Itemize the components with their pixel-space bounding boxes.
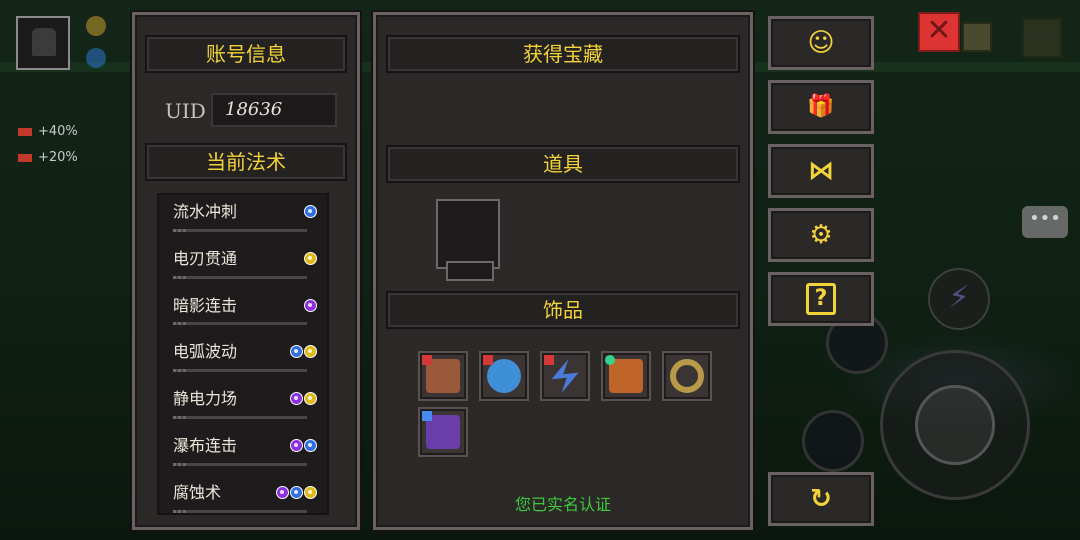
blue-gem-icon	[86, 48, 106, 68]
bull-head-icon	[609, 359, 643, 393]
items-title: 道具	[386, 145, 740, 183]
support-button[interactable]: ☺	[768, 16, 874, 70]
settings-icon: ⚙	[809, 220, 833, 250]
accessory-tag-icon	[483, 355, 493, 365]
spell-elements	[290, 392, 317, 406]
item-slot[interactable]	[436, 199, 500, 281]
spell-name: 流水冲刺	[173, 202, 238, 221]
joystick-knob[interactable]	[915, 385, 995, 465]
accessories-title: 饰品	[386, 291, 740, 329]
spell-row[interactable]: 静电力场	[159, 382, 327, 429]
help-button[interactable]: ?	[768, 272, 874, 326]
bowtie-button[interactable]: ⋈	[768, 144, 874, 198]
hud-stat-value: +40%	[38, 124, 78, 139]
spell-name: 电刃贯通	[173, 248, 238, 268]
divider	[173, 509, 307, 513]
accessory-slot[interactable]	[601, 351, 651, 401]
player-avatar[interactable]	[16, 16, 70, 70]
settings-button[interactable]: ⚙	[768, 208, 874, 262]
spell-elements	[304, 205, 317, 218]
movement-joystick[interactable]	[880, 350, 1030, 500]
water-element-icon	[290, 345, 303, 359]
spell-row[interactable]: 瀑布连击	[159, 429, 327, 476]
accessory-tag-icon	[544, 355, 554, 365]
pause-icon[interactable]	[1022, 18, 1062, 58]
lightning-skill-button[interactable]: ⚡	[928, 268, 990, 330]
divider	[173, 462, 307, 466]
chat-icon[interactable]: •••	[1022, 206, 1068, 238]
item-slot-base	[446, 261, 494, 281]
spell-elements	[290, 345, 317, 359]
accessory-slot[interactable]	[540, 351, 590, 401]
shadow-element-icon	[290, 438, 303, 452]
lightning-element-icon	[304, 485, 317, 499]
water-element-icon	[290, 485, 303, 499]
shadow-element-icon	[290, 392, 303, 406]
spell-elements	[304, 298, 317, 312]
lightning-element-icon	[304, 345, 317, 359]
spell-elements	[276, 485, 317, 499]
lightning-element-icon	[304, 251, 317, 265]
accessory-slot[interactable]	[418, 407, 468, 457]
spell-elements	[304, 251, 317, 265]
spell-name: 暗影连击	[173, 295, 238, 315]
account-info-title: 账号信息	[145, 35, 347, 73]
spell-row[interactable]: 流水冲刺	[159, 195, 327, 242]
divider	[173, 275, 307, 279]
bowtie-icon: ⋈	[808, 156, 834, 186]
support-headset-icon: ☺	[807, 28, 835, 58]
shadow-element-icon	[276, 485, 289, 499]
spell-list[interactable]: 流水冲刺 电刃贯通 暗影连击 电弧波动 静电力场 瀑布连击 腐蚀术	[157, 193, 329, 515]
treasure-title: 获得宝藏	[386, 35, 740, 73]
account-panel: 账号信息 UID 18636 当前法术 流水冲刺 电刃贯通 暗影连击 电弧波动 …	[132, 12, 360, 530]
verified-status-text: 您已实名认证	[514, 495, 611, 514]
gift-button[interactable]: 🎁	[768, 80, 874, 134]
hud-stat-1: +40%	[18, 124, 78, 139]
spell-row[interactable]: 腐蚀术	[159, 476, 327, 513]
spell-row[interactable]: 暗影连击	[159, 289, 327, 336]
accessory-slot[interactable]	[418, 351, 468, 401]
hud-stat-2: +20%	[18, 150, 78, 165]
water-element-icon	[304, 438, 317, 452]
treasure-panel: 获得宝藏 道具 饰品 您已实名认证	[373, 12, 753, 530]
shadow-element-icon	[304, 298, 317, 312]
hud-stat-value: +20%	[38, 150, 78, 165]
spell-elements	[290, 438, 317, 452]
stat-mark-icon	[18, 127, 32, 136]
spell-row[interactable]: 电弧波动	[159, 335, 327, 382]
uid-value: 18636	[211, 93, 337, 127]
accessory-tag-icon	[422, 411, 432, 421]
avatar-face-icon	[32, 28, 56, 56]
accessory-tag-icon	[422, 355, 432, 365]
gift-icon: 🎁	[807, 94, 835, 119]
accessory-tag-icon	[605, 355, 615, 365]
uid-label: UID	[165, 99, 206, 123]
refresh-button[interactable]: ↻	[768, 472, 874, 526]
divider	[173, 322, 307, 326]
divider	[173, 369, 307, 373]
gold-gem-icon	[86, 16, 106, 36]
help-book-icon: ?	[806, 283, 836, 315]
stat-mark-icon	[18, 153, 32, 162]
accessory-slot[interactable]	[662, 351, 712, 401]
lightning-element-icon	[304, 392, 317, 406]
refresh-icon: ↻	[810, 484, 832, 514]
current-spells-title: 当前法术	[145, 143, 347, 181]
skill-orb-water[interactable]	[802, 410, 864, 472]
spell-row[interactable]: 电刃贯通	[159, 242, 327, 289]
close-x-icon[interactable]: ✕	[918, 12, 960, 52]
divider	[173, 415, 307, 419]
bag-icon[interactable]	[962, 22, 992, 52]
golden-ring-icon	[670, 359, 704, 393]
water-element-icon	[304, 205, 317, 218]
accessory-slot[interactable]	[479, 351, 529, 401]
divider	[173, 228, 307, 232]
